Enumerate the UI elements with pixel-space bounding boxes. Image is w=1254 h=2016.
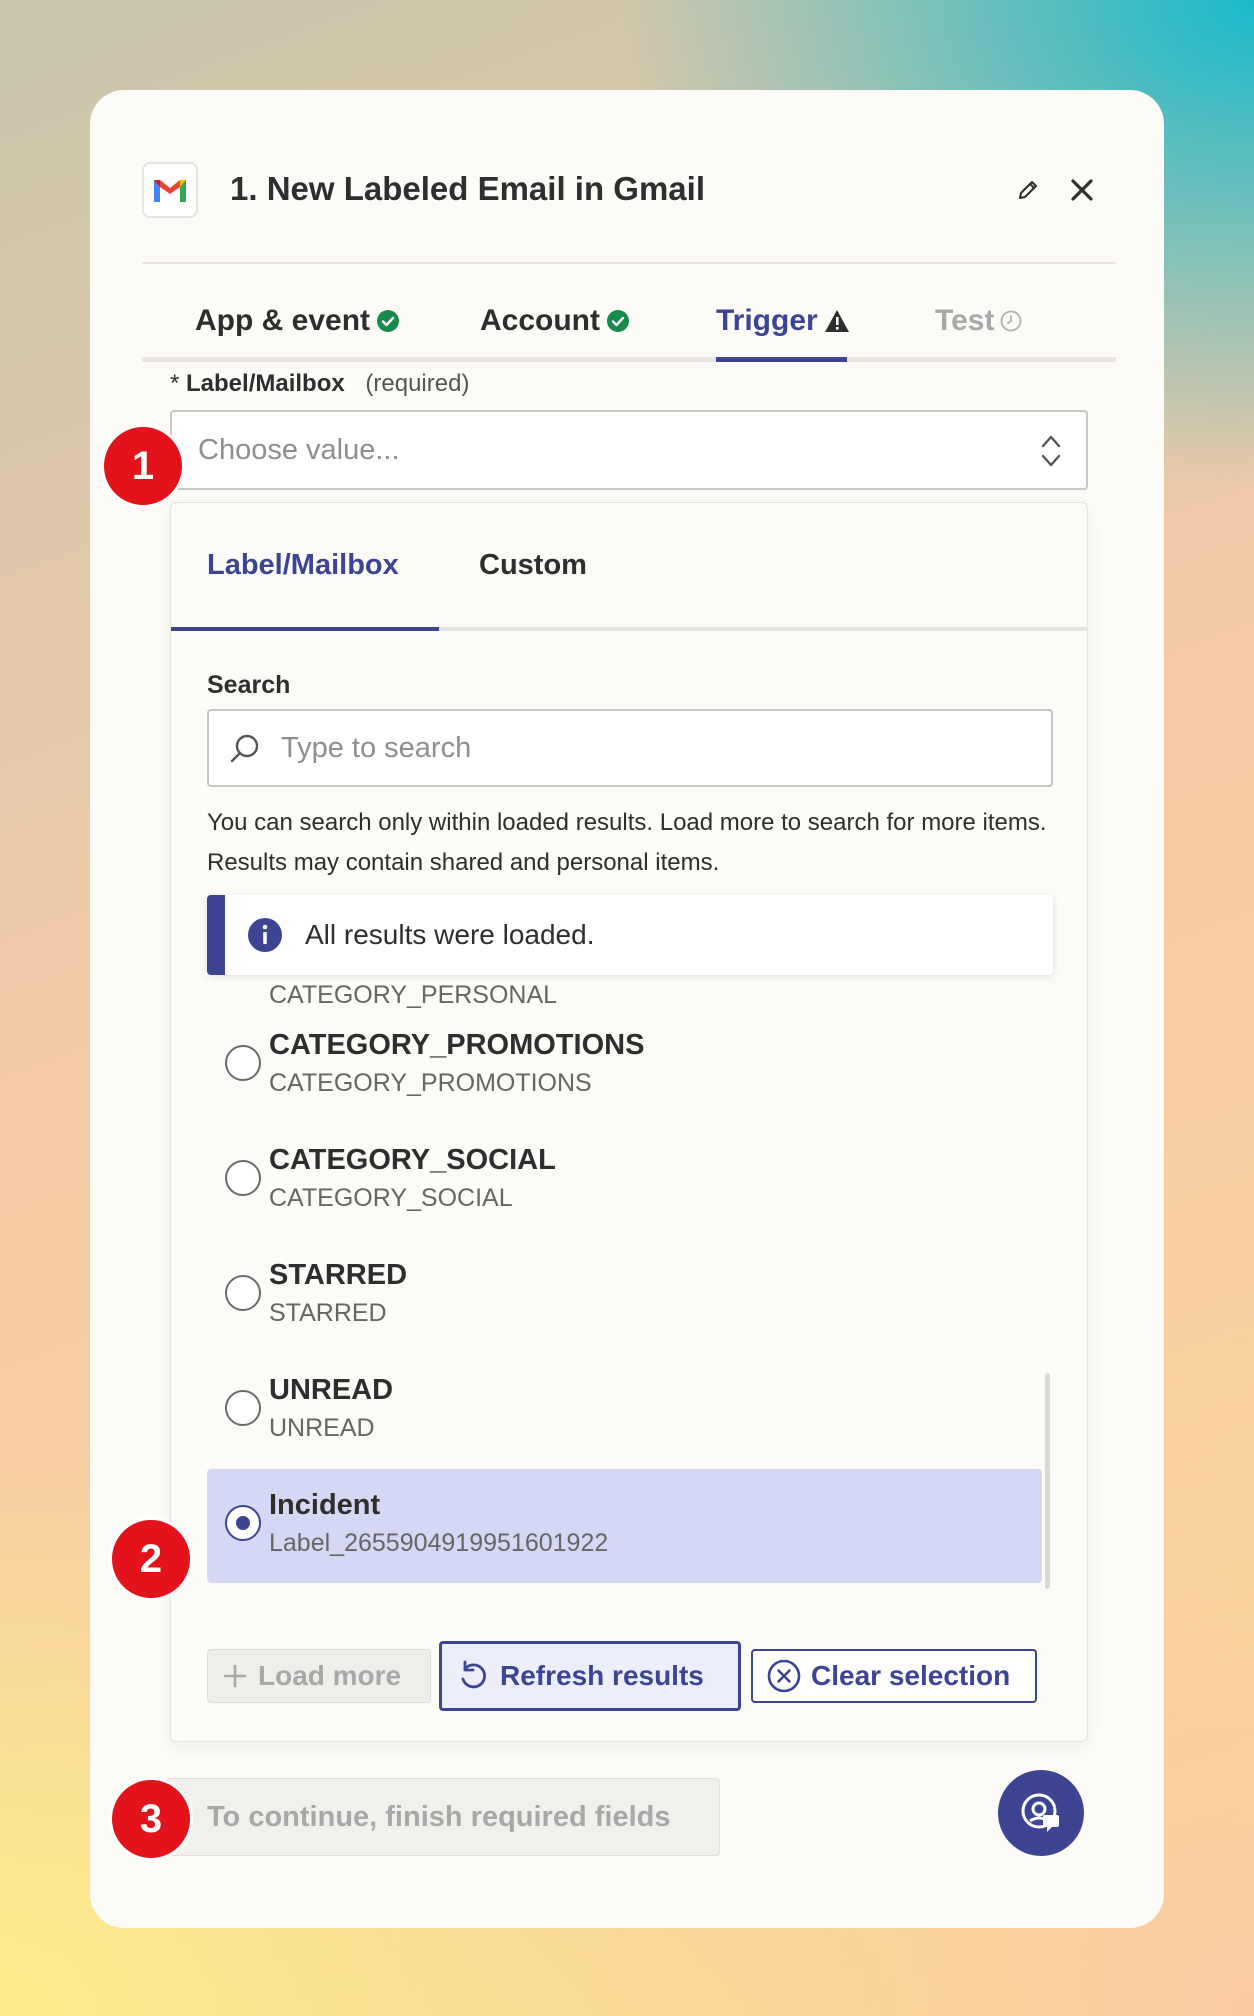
label-mailbox-select[interactable]: Choose value...: [170, 410, 1088, 490]
option-name: STARRED: [269, 1259, 408, 1291]
step-tabs: App & event Account Trigger Test: [142, 266, 1116, 362]
option-id: CATEGORY_PROMOTIONS: [269, 1069, 592, 1097]
refresh-results-button[interactable]: Refresh results: [439, 1641, 741, 1711]
field-label: * Label/Mailbox (required): [170, 370, 469, 398]
tab-label: Trigger: [716, 304, 818, 337]
option-id: Label_2655904919951601922: [269, 1529, 609, 1557]
info-icon: [248, 918, 282, 952]
option-id: STARRED: [269, 1299, 387, 1327]
gmail-logo-icon: [142, 162, 198, 218]
option-category-social[interactable]: CATEGORY_SOCIAL CATEGORY_SOCIAL: [207, 1124, 1042, 1238]
dropdown-actions: Load more Refresh results Clear selectio…: [207, 1641, 1053, 1711]
search-hint: You can search only within loaded result…: [207, 809, 1047, 876]
field-label-text: Label/Mailbox: [186, 370, 345, 397]
annotation-badge-2: 2: [109, 1517, 193, 1601]
search-input[interactable]: [281, 727, 1021, 769]
load-more-button[interactable]: Load more: [207, 1649, 431, 1703]
search-field[interactable]: [207, 709, 1053, 787]
radio-button[interactable]: [225, 1275, 261, 1311]
page-title: 1. New Labeled Email in Gmail: [230, 170, 705, 207]
support-chat-icon[interactable]: [998, 1770, 1084, 1856]
tab-trigger[interactable]: Trigger: [716, 304, 850, 338]
check-circle-icon: [377, 310, 400, 332]
dropdown-tabs: Label/Mailbox Custom: [171, 503, 1087, 631]
option-name: CATEGORY_PROMOTIONS: [269, 1029, 645, 1061]
load-more-label: Load more: [258, 1660, 402, 1691]
option-name: CATEGORY_SOCIAL: [269, 1144, 556, 1176]
tab-label: App & event: [195, 304, 371, 337]
required-marker: *: [170, 370, 180, 397]
tab-label: Account: [480, 304, 600, 337]
info-accent-bar: [207, 895, 225, 975]
option-incident[interactable]: Incident Label_2655904919951601922: [207, 1469, 1042, 1583]
plus-icon: [223, 1664, 247, 1688]
option-unread[interactable]: UNREAD UNREAD: [207, 1354, 1042, 1468]
refresh-icon: [461, 1660, 486, 1689]
panel-header: 1. New Labeled Email in Gmail: [142, 160, 1116, 264]
radio-button[interactable]: [225, 1390, 261, 1426]
select-placeholder: Choose value...: [198, 434, 400, 466]
tab-custom[interactable]: Custom: [479, 549, 587, 582]
radio-button[interactable]: [225, 1160, 261, 1196]
search-label: Search: [207, 671, 291, 699]
close-icon[interactable]: [1064, 172, 1100, 208]
clock-icon: [1001, 310, 1022, 332]
radio-button-selected[interactable]: [225, 1505, 261, 1541]
annotation-badge-3: 3: [109, 1777, 193, 1861]
trigger-step-panel: 1. New Labeled Email in Gmail App & even…: [90, 90, 1164, 1928]
check-circle-icon: [607, 310, 629, 332]
select-dropdown: Label/Mailbox Custom Search You can sear…: [170, 502, 1088, 1742]
tab-label: Test: [935, 304, 995, 337]
option-name: UNREAD: [269, 1374, 394, 1406]
option-name: Incident: [269, 1489, 381, 1521]
active-tab-indicator: [716, 357, 847, 362]
clear-circle-icon: [767, 1659, 801, 1693]
option-id: CATEGORY_PERSONAL: [269, 981, 558, 1009]
warning-icon: [824, 310, 849, 332]
info-text: All results were loaded.: [305, 919, 595, 950]
clear-label: Clear selection: [811, 1660, 1011, 1691]
option-category-promotions[interactable]: CATEGORY_PROMOTIONS CATEGORY_PROMOTIONS: [207, 1009, 1042, 1123]
tab-app-event[interactable]: App & event: [195, 304, 400, 338]
list-scrollbar[interactable]: [1045, 1373, 1050, 1589]
option-id: UNREAD: [269, 1414, 375, 1442]
clear-selection-button[interactable]: Clear selection: [751, 1649, 1037, 1703]
continue-button[interactable]: To continue, finish required fields: [166, 1778, 720, 1856]
pencil-icon[interactable]: [1012, 174, 1044, 206]
radio-button[interactable]: [225, 1045, 261, 1081]
search-icon: [230, 734, 259, 763]
tab-test: Test: [935, 304, 1022, 338]
options-list: CATEGORY_PERSONAL CATEGORY_PROMOTIONS CA…: [207, 975, 1053, 1625]
info-banner: All results were loaded.: [207, 895, 1053, 975]
required-text: (required): [365, 370, 470, 397]
tab-label-mailbox[interactable]: Label/Mailbox: [207, 549, 399, 582]
annotation-badge-1: 1: [101, 424, 185, 508]
active-tab-indicator: [171, 627, 439, 631]
tab-account[interactable]: Account: [480, 304, 630, 338]
refresh-label: Refresh results: [500, 1660, 704, 1691]
option-starred[interactable]: STARRED STARRED: [207, 1239, 1042, 1353]
option-id: CATEGORY_SOCIAL: [269, 1184, 513, 1212]
chevron-up-down-icon: [1041, 435, 1061, 467]
